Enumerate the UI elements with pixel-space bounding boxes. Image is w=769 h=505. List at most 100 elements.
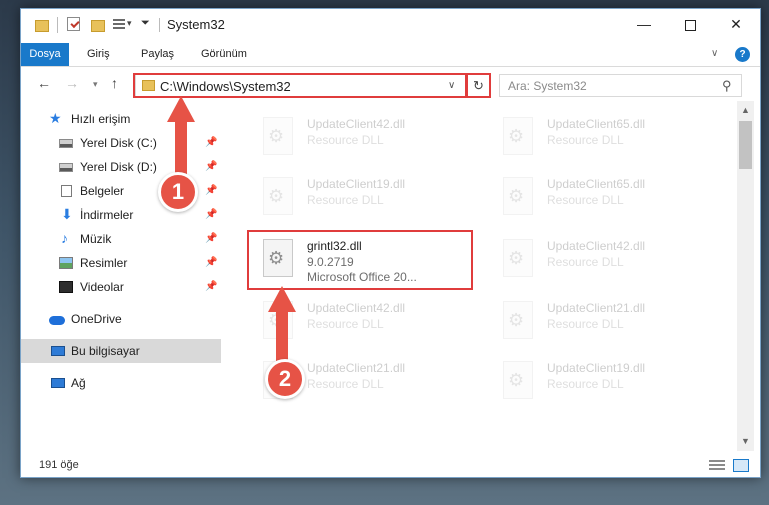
file-name: UpdateClient65.dll: [547, 177, 646, 191]
sidebar-item-disk-c[interactable]: Yerel Disk (C:) 📌: [21, 131, 221, 155]
vertical-scrollbar[interactable]: ▲ ▼: [737, 101, 754, 451]
sidebar-item-label: Videolar: [80, 280, 124, 294]
customize-toolbar-icon[interactable]: ⏷: [141, 17, 150, 33]
file-item-grintl32[interactable]: grintl32.dll 9.0.2719 Microsoft Office 2…: [247, 233, 477, 285]
up-arrow-icon[interactable]: ↑: [111, 75, 118, 91]
step-2-badge: 2: [265, 359, 305, 399]
file-version: 9.0.2719: [307, 255, 354, 269]
pin-icon[interactable]: 📌: [205, 275, 217, 299]
file-item[interactable]: UpdateClient42.dll Resource DLL: [487, 233, 717, 285]
pin-icon[interactable]: 📌: [205, 203, 217, 227]
file-type: Resource DLL: [547, 133, 624, 147]
file-type: Microsoft Office 20...: [307, 270, 417, 284]
pictures-icon: [59, 257, 73, 269]
view-options-icon[interactable]: [113, 19, 125, 31]
chevron-down-icon[interactable]: ▾: [127, 18, 132, 34]
properties-icon[interactable]: [67, 17, 80, 31]
expand-ribbon-icon[interactable]: ∨: [711, 48, 718, 59]
file-item[interactable]: UpdateClient65.dll Resource DLL: [487, 111, 717, 163]
recent-locations-icon[interactable]: ▾: [93, 79, 98, 90]
tab-view[interactable]: Görünüm: [193, 43, 255, 66]
help-icon[interactable]: ?: [735, 47, 750, 62]
title-divider: [159, 18, 160, 32]
folder-icon: [35, 20, 49, 32]
file-item[interactable]: UpdateClient19.dll Resource DLL: [487, 355, 717, 407]
sidebar-item-label: Yerel Disk (C:): [80, 136, 157, 150]
sidebar-item-pictures[interactable]: Resimler 📌: [21, 251, 221, 275]
dll-file-icon: [503, 177, 533, 215]
sidebar-item-this-pc[interactable]: Bu bilgisayar: [21, 339, 221, 363]
file-name: UpdateClient21.dll: [307, 361, 406, 375]
sidebar-item-label: Bu bilgisayar: [71, 344, 140, 358]
dll-file-icon: [503, 361, 533, 399]
pin-icon[interactable]: 📌: [205, 179, 217, 203]
ribbon-tabs: Dosya Giriş Paylaş Görünüm ∨ ?: [21, 43, 760, 67]
file-name: UpdateClient65.dll: [547, 117, 646, 131]
maximize-button[interactable]: [667, 9, 713, 39]
back-arrow-icon[interactable]: ←: [37, 75, 51, 91]
file-type: Resource DLL: [307, 377, 384, 391]
sidebar-item-label: Yerel Disk (D:): [80, 160, 157, 174]
status-bar: 191 öğe: [21, 455, 760, 477]
file-name: UpdateClient19.dll: [547, 361, 646, 375]
file-type: Resource DLL: [307, 193, 384, 207]
pin-icon[interactable]: 📌: [205, 155, 217, 179]
sidebar-item-label: Müzik: [80, 232, 112, 246]
tab-file[interactable]: Dosya: [21, 43, 69, 66]
tab-share[interactable]: Paylaş: [133, 43, 182, 66]
forward-arrow-icon[interactable]: →: [65, 75, 79, 91]
file-item[interactable]: UpdateClient65.dll Resource DLL: [487, 171, 717, 223]
videos-icon: [59, 281, 73, 293]
dll-file-icon: [263, 239, 293, 277]
navigation-bar: ← → ▾ ↑ C:\Windows\System32 ∨ ↻ Ara: Sys…: [21, 71, 760, 99]
folder-icon: [142, 80, 155, 91]
close-button[interactable]: ✕: [713, 9, 759, 39]
sidebar-item-music[interactable]: ♪ Müzik 📌: [21, 227, 221, 251]
sidebar-item-disk-d[interactable]: Yerel Disk (D:) 📌: [21, 155, 221, 179]
file-item[interactable]: UpdateClient42.dll Resource DLL: [247, 111, 477, 163]
dll-file-icon: [503, 117, 533, 155]
sidebar-item-label: OneDrive: [71, 312, 122, 326]
large-icons-view-icon[interactable]: [733, 459, 749, 472]
pin-icon[interactable]: 📌: [205, 131, 217, 155]
minimize-button[interactable]: —: [621, 9, 667, 39]
pin-icon[interactable]: 📌: [205, 251, 217, 275]
file-item[interactable]: UpdateClient19.dll Resource DLL: [247, 171, 477, 223]
title-bar: ▾ ⏷ System32 — ✕: [21, 9, 760, 41]
sidebar-item-onedrive[interactable]: OneDrive: [21, 307, 221, 331]
file-name: grintl32.dll: [307, 239, 362, 253]
sidebar-item-label: Hızlı erişim: [71, 112, 131, 126]
drive-icon: [59, 139, 73, 148]
address-dropdown-icon[interactable]: ∨: [448, 80, 455, 91]
refresh-icon[interactable]: ↻: [466, 75, 490, 96]
pin-icon[interactable]: 📌: [205, 227, 217, 251]
explorer-window: ▾ ⏷ System32 — ✕ Dosya Giriş Paylaş Görü…: [20, 8, 761, 478]
network-icon: [51, 378, 65, 388]
step-1-badge: 1: [158, 172, 198, 212]
dll-file-icon: [503, 239, 533, 277]
scroll-thumb[interactable]: [739, 121, 752, 169]
dll-file-icon: [263, 177, 293, 215]
cloud-icon: [49, 316, 65, 325]
file-item[interactable]: UpdateClient21.dll Resource DLL: [487, 295, 717, 347]
sidebar-item-label: Resimler: [80, 256, 128, 270]
drive-icon: [59, 163, 73, 172]
sidebar-item-videos[interactable]: Videolar 📌: [21, 275, 221, 299]
address-path[interactable]: C:\Windows\System32: [160, 79, 291, 94]
sidebar-item-label: İndirmeler: [80, 208, 134, 222]
sidebar-item-network[interactable]: Ağ: [21, 371, 221, 395]
scroll-down-icon[interactable]: ▼: [741, 436, 750, 446]
music-icon: ♪: [61, 230, 68, 246]
file-type: Resource DLL: [547, 377, 624, 391]
search-icon[interactable]: ⚲: [722, 78, 732, 94]
sidebar-item-label: Ağ: [71, 376, 86, 390]
window-title: System32: [167, 17, 225, 32]
new-folder-icon[interactable]: [91, 20, 105, 32]
address-bar[interactable]: C:\Windows\System32 ∨ ↻: [135, 74, 491, 97]
scroll-up-icon[interactable]: ▲: [741, 105, 750, 115]
tab-home[interactable]: Giriş: [79, 43, 118, 66]
dll-file-icon: [503, 301, 533, 339]
star-icon: ★: [49, 110, 62, 126]
search-input[interactable]: Ara: System32 ⚲: [499, 74, 742, 97]
details-view-icon[interactable]: [709, 460, 725, 472]
